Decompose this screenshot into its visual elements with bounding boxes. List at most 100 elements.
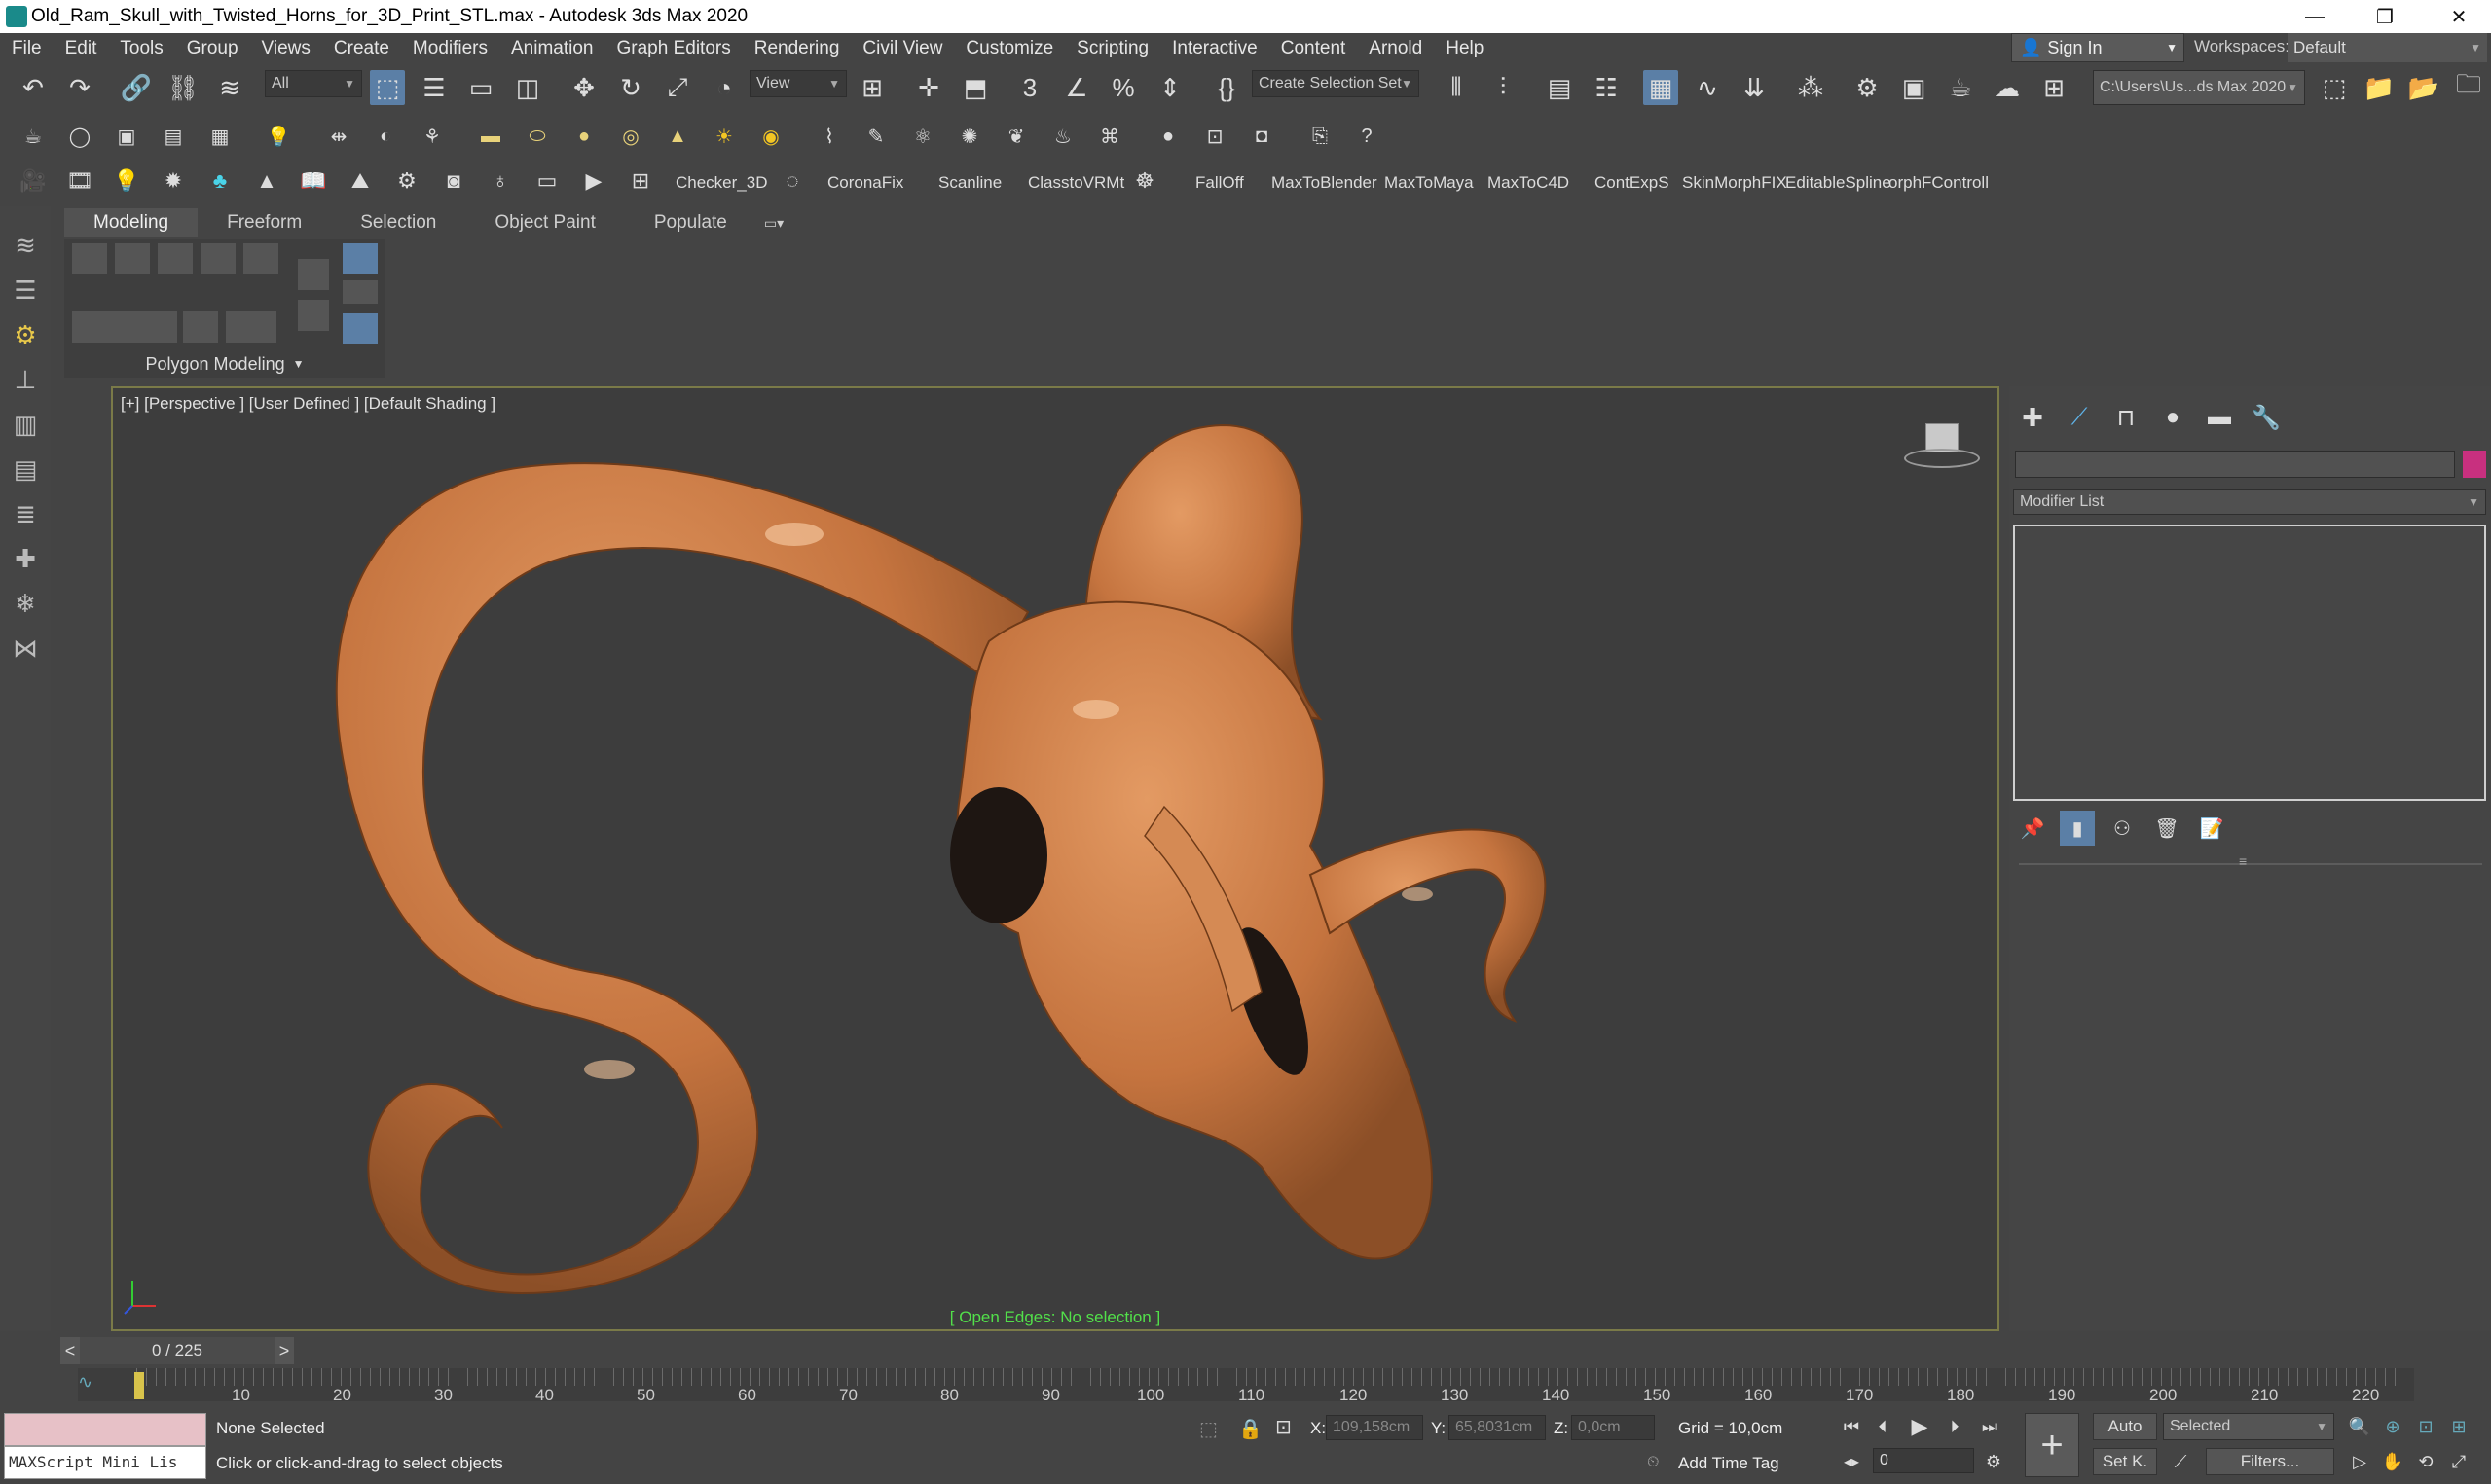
ram-skull-model[interactable] xyxy=(113,388,1999,1331)
reference-coordinate-dropdown[interactable]: View ▼ xyxy=(750,70,847,97)
ribbon-tool-icon[interactable] xyxy=(343,313,378,344)
maxscript-mini-listener[interactable]: MAXScript Mini Lis xyxy=(4,1446,206,1479)
ribbon-tool-icon[interactable] xyxy=(183,311,218,343)
ribbon-tool-icon[interactable] xyxy=(298,259,329,290)
spline-icon[interactable]: ⌇ xyxy=(812,119,847,154)
isolate-selection-icon[interactable]: ⬚ xyxy=(1199,1417,1218,1441)
set-key-big-button[interactable]: + xyxy=(2025,1413,2079,1477)
motion-panel-icon[interactable]: ● xyxy=(2155,400,2190,435)
plugin-maxtomaya[interactable]: MaxToMaya xyxy=(1384,173,1474,193)
grid-icon[interactable]: ▦ xyxy=(202,119,238,154)
freeze-icon[interactable]: ❄ xyxy=(6,584,45,623)
zoom-icon[interactable]: 🔍 xyxy=(2342,1409,2377,1444)
angle-snap-icon[interactable]: ∠ xyxy=(1059,70,1094,105)
light-icon[interactable]: 💡 xyxy=(261,119,296,154)
ribbon-tool-icon[interactable] xyxy=(226,311,276,343)
y-coordinate-field[interactable]: 65,8031cm xyxy=(1448,1415,1546,1440)
field-of-view-icon[interactable]: ▷ xyxy=(2342,1444,2377,1479)
path-icon[interactable]: ⇹ xyxy=(321,119,356,154)
torus-icon[interactable]: ◎ xyxy=(613,119,648,154)
ribbon-tool-icon[interactable] xyxy=(243,243,278,274)
pine-icon[interactable]: ▲ xyxy=(249,163,284,199)
rectangular-selection-icon[interactable]: ▭ xyxy=(463,70,498,105)
frame-icon[interactable]: ▭ xyxy=(530,163,565,199)
menu-tools[interactable]: Tools xyxy=(108,38,174,59)
plugin-maxtoblender[interactable]: MaxToBlender xyxy=(1271,173,1377,193)
hand-icon[interactable]: ☸ xyxy=(1127,163,1162,199)
time-cursor[interactable] xyxy=(134,1372,144,1399)
ribbon-tool-icon[interactable] xyxy=(158,243,193,274)
ribbon-tool-icon[interactable] xyxy=(298,300,329,331)
object-name-field[interactable] xyxy=(2015,451,2455,478)
move-icon[interactable]: ✥ xyxy=(567,70,602,105)
selection-lock-icon[interactable]: 🔒 xyxy=(1238,1417,1263,1441)
plugin-editablespline[interactable]: EditableSpline xyxy=(1785,173,1891,193)
curve-editor-icon[interactable]: ∿ xyxy=(1690,70,1725,105)
project-icon-3[interactable]: 📂 xyxy=(2406,70,2441,105)
tree-icon[interactable]: ♣ xyxy=(202,163,238,199)
key-filter-dropdown[interactable]: Selected ▼ xyxy=(2163,1413,2334,1440)
plugin-falloff[interactable]: FallOff xyxy=(1195,173,1244,193)
ribbon-tool-icon[interactable] xyxy=(343,280,378,304)
link-icon[interactable]: 🔗 xyxy=(119,70,154,105)
zoom-all-icon[interactable]: ⊕ xyxy=(2375,1409,2410,1444)
menu-edit[interactable]: Edit xyxy=(54,38,109,59)
prev-frame-button[interactable]: < xyxy=(60,1337,80,1364)
menu-interactive[interactable]: Interactive xyxy=(1160,38,1269,59)
map-icon[interactable]: ⊡ xyxy=(1197,119,1232,154)
align-icon[interactable]: ⫶ xyxy=(1485,70,1520,105)
menu-civil-view[interactable]: Civil View xyxy=(851,38,954,59)
menu-graph-editors[interactable]: Graph Editors xyxy=(605,38,743,59)
grid-view-icon[interactable]: ⊞ xyxy=(623,163,658,199)
workspace-select[interactable]: Default ▼ xyxy=(2288,33,2487,62)
plugin-skinmorphfix[interactable]: SkinMorphFIX xyxy=(1682,173,1787,193)
plugin-contexps[interactable]: ContExpS xyxy=(1594,173,1669,193)
foliage-icon[interactable]: ❦ xyxy=(999,119,1034,154)
scene-explorer-icon[interactable]: ▤ xyxy=(1542,70,1577,105)
display-icon[interactable]: ▥ xyxy=(6,405,45,444)
maxscript-listener-pink[interactable] xyxy=(4,1413,206,1446)
x-coordinate-field[interactable]: 109,158cm xyxy=(1326,1415,1423,1440)
rocket-icon[interactable]: ⛰ xyxy=(343,163,378,199)
spinner-snap-icon[interactable]: ⇕ xyxy=(1153,70,1188,105)
selection-filter-dropdown[interactable]: All ▼ xyxy=(265,70,362,97)
close-button[interactable]: ✕ xyxy=(2430,0,2488,33)
object-list-icon[interactable]: ≣ xyxy=(6,494,45,533)
configure-modifier-sets-icon[interactable]: 📝 xyxy=(2194,811,2229,846)
previous-frame-icon[interactable]: ⏴ xyxy=(1865,1409,1900,1444)
add-time-tag[interactable]: Add Time Tag xyxy=(1678,1454,1779,1473)
ribbon-tool-icon[interactable] xyxy=(72,311,107,343)
hierarchy-icon[interactable]: ⊥ xyxy=(6,360,45,399)
menu-scripting[interactable]: Scripting xyxy=(1065,38,1160,59)
snaps-toggle-icon[interactable]: 3 xyxy=(1012,70,1047,105)
help-icon[interactable]: ? xyxy=(1349,119,1384,154)
ribbon-toggle-icon[interactable]: ▦ xyxy=(1643,70,1678,105)
menu-help[interactable]: Help xyxy=(1434,38,1495,59)
curve-editor-mini-icon[interactable]: ∿ xyxy=(78,1372,107,1401)
cylinder-icon[interactable]: ▤ xyxy=(156,119,191,154)
tab-modeling[interactable]: Modeling xyxy=(64,208,199,237)
utilities-panel-icon[interactable]: 🔧 xyxy=(2249,400,2284,435)
sphere-frame-icon[interactable]: ◙ xyxy=(436,163,471,199)
render-cloud-icon[interactable]: ☁ xyxy=(1990,70,2025,105)
menu-views[interactable]: Views xyxy=(250,38,322,59)
plugin-scanline[interactable]: Scanline xyxy=(938,173,1002,193)
maximize-button[interactable]: ❐ xyxy=(2356,0,2414,33)
stack-icon[interactable]: ☰ xyxy=(6,271,45,309)
goto-end-icon[interactable]: ⏭ xyxy=(1972,1409,2007,1444)
next-frame-icon[interactable]: ⏵ xyxy=(1937,1409,1972,1444)
make-unique-icon[interactable]: ⚇ xyxy=(2105,811,2140,846)
tab-freeform[interactable]: Freeform xyxy=(198,208,331,237)
create-panel-icon[interactable]: ✚ xyxy=(2015,400,2050,435)
time-config-icon[interactable]: ⚙ xyxy=(1976,1444,2011,1479)
frame-counter[interactable]: 0 / 225 xyxy=(80,1337,275,1364)
play-frame-icon[interactable]: ▶ xyxy=(576,163,611,199)
sign-in-button[interactable]: 👤 Sign In ▼ xyxy=(2011,33,2184,62)
display-panel-icon[interactable]: ▬ xyxy=(2202,400,2237,435)
bone-icon[interactable]: ◐ xyxy=(368,119,403,154)
layer-settings-icon[interactable]: ⚙ xyxy=(6,315,45,354)
tab-populate[interactable]: Populate xyxy=(625,208,756,237)
undo-icon[interactable]: ↶ xyxy=(16,70,51,105)
remove-modifier-icon[interactable]: 🗑 xyxy=(2149,811,2184,846)
bind-spacewarp-icon[interactable]: ≋ xyxy=(212,70,247,105)
